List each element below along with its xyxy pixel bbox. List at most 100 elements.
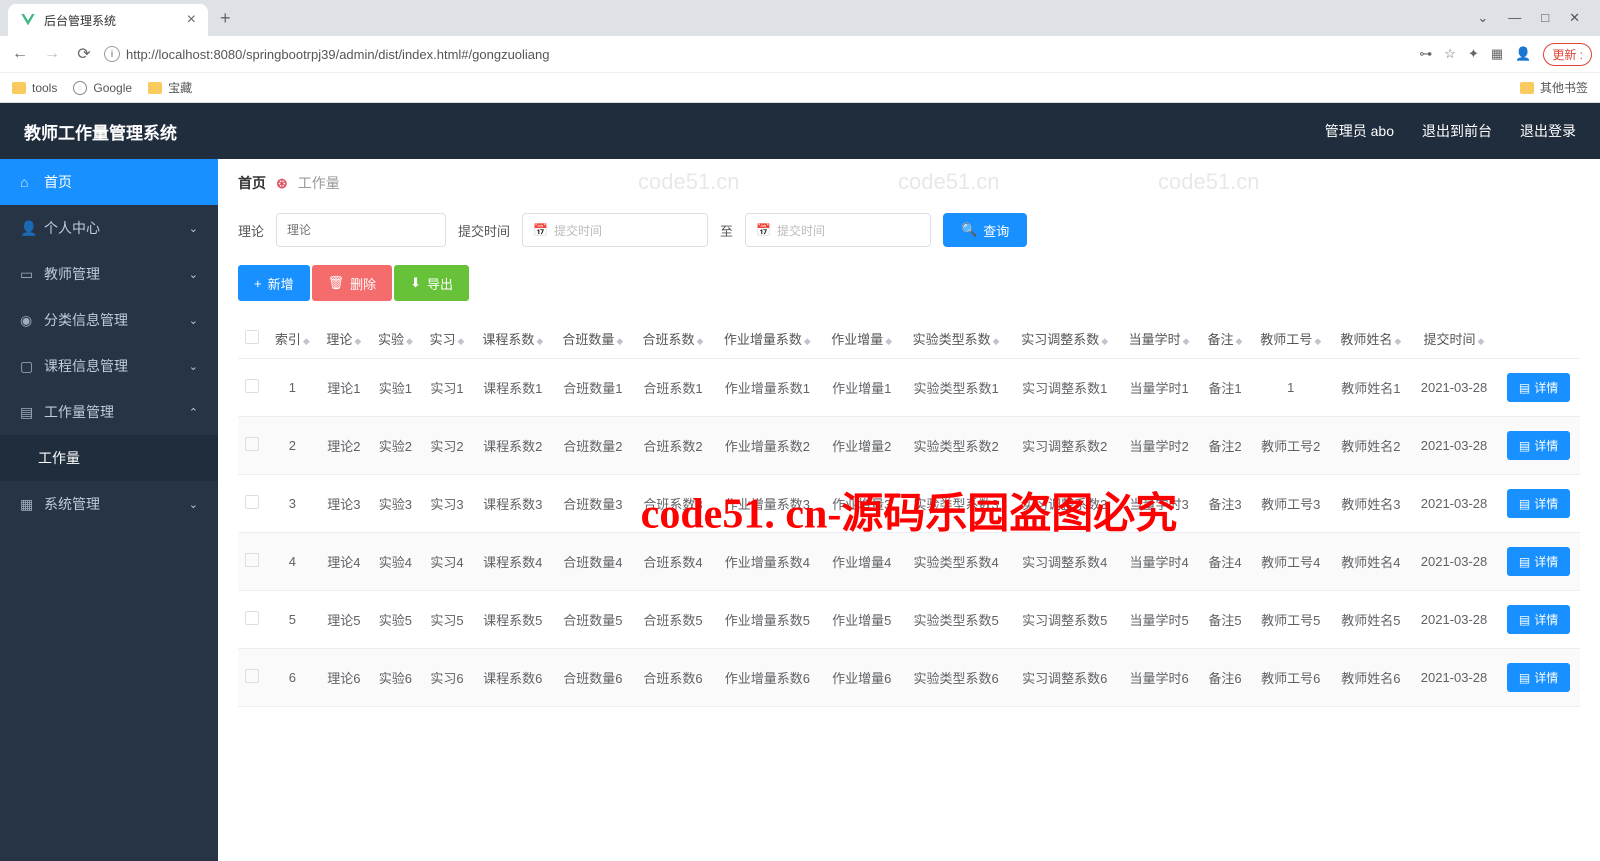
detail-button[interactable]: ▤详情 [1507,547,1570,576]
sort-icon[interactable]: ◆ [993,336,1000,346]
table-cell: ▤详情 [1497,475,1580,533]
other-bookmarks[interactable]: 其他书签 [1520,79,1588,96]
table-header[interactable]: 课程系数◆ [473,319,553,359]
table-header[interactable]: 提交时间◆ [1411,319,1497,359]
sort-icon[interactable]: ◆ [406,336,413,346]
sidebar-item-personal[interactable]: 👤个人中心⌄ [0,205,218,251]
close-window-icon[interactable]: ✕ [1569,10,1580,26]
table-cell: 实习调整系数6 [1010,649,1119,707]
table-cell: 2021-03-28 [1411,591,1497,649]
minimize-icon[interactable]: — [1508,10,1521,26]
sidebar-item-course[interactable]: ▢课程信息管理⌄ [0,343,218,389]
detail-button[interactable]: ▤详情 [1507,489,1570,518]
date-to-input[interactable]: 📅提交时间 [745,213,931,247]
table-cell: 实习2 [421,417,473,475]
sort-icon[interactable]: ◆ [804,336,811,346]
sort-icon[interactable]: ◆ [354,336,361,346]
new-tab-button[interactable]: + [216,4,235,33]
row-checkbox[interactable] [245,495,259,509]
table-header[interactable]: 实验◆ [370,319,422,359]
detail-button[interactable]: ▤详情 [1507,605,1570,634]
sort-icon[interactable]: ◆ [697,336,704,346]
theory-input[interactable] [276,213,446,247]
sort-icon[interactable]: ◆ [1101,336,1108,346]
table-header[interactable]: 备注◆ [1199,319,1251,359]
table-cell: 合班数量5 [553,591,633,649]
export-button[interactable]: ⬇导出 [394,265,469,301]
query-button[interactable]: 🔍查询 [943,213,1027,247]
table-header[interactable] [1497,319,1580,359]
table-header[interactable]: 当量学时◆ [1119,319,1199,359]
sort-icon[interactable]: ◆ [536,336,543,346]
table-cell: 2021-03-28 [1411,475,1497,533]
extension-icon[interactable]: ✦ [1468,46,1479,62]
back-icon[interactable]: ← [8,45,32,63]
sidebar-item-system[interactable]: ▦系统管理⌄ [0,481,218,527]
profile-icon[interactable]: 👤 [1515,46,1531,62]
breadcrumb-home[interactable]: 首页 [238,173,266,193]
add-button[interactable]: +新增 [238,265,310,301]
reload-icon[interactable]: ⟳ [72,44,96,64]
forward-icon[interactable]: → [40,45,64,63]
dropdown-icon[interactable]: ⌄ [1477,10,1488,26]
bookmark-baozang[interactable]: 宝藏 [148,79,192,96]
table-header[interactable]: 作业增量◆ [822,319,902,359]
detail-button[interactable]: ▤详情 [1507,663,1570,692]
table-header[interactable]: 教师姓名◆ [1331,319,1411,359]
url-box[interactable]: i http://localhost:8080/springbootrpj39/… [104,46,1411,62]
key-icon[interactable]: ⊶ [1419,46,1432,62]
update-button[interactable]: 更新 : [1543,43,1592,66]
table-cell: 备注5 [1199,591,1251,649]
sidebar-item-teacher[interactable]: ▭教师管理⌄ [0,251,218,297]
date-from-input[interactable]: 📅提交时间 [522,213,708,247]
detail-button[interactable]: ▤详情 [1507,431,1570,460]
table-header[interactable]: 合班系数◆ [633,319,713,359]
sort-icon[interactable]: ◆ [1314,336,1321,346]
sort-icon[interactable]: ◆ [1235,336,1242,346]
table-header[interactable]: 合班数量◆ [553,319,633,359]
address-bar: ← → ⟳ i http://localhost:8080/springboot… [0,36,1600,72]
sort-icon[interactable]: ◆ [458,336,465,346]
row-checkbox[interactable] [245,379,259,393]
sidebar-item-category[interactable]: ◉分类信息管理⌄ [0,297,218,343]
sort-icon[interactable]: ◆ [1478,336,1485,346]
table-header[interactable]: 作业增量系数◆ [713,319,822,359]
checkbox-all[interactable] [245,330,259,344]
browser-tab[interactable]: 后台管理系统 × [8,4,208,36]
table-cell: ▤详情 [1497,649,1580,707]
table-header[interactable]: 实习调整系数◆ [1010,319,1119,359]
sidebar-item-workload[interactable]: 工作量 [0,435,218,481]
table-header[interactable]: 实习◆ [421,319,473,359]
table-header[interactable]: 理论◆ [318,319,370,359]
detail-button[interactable]: ▤详情 [1507,373,1570,402]
table-header[interactable]: 索引◆ [267,319,319,359]
info-icon[interactable]: i [104,46,120,62]
table-cell: 作业增量6 [822,649,902,707]
sort-icon[interactable]: ◆ [1394,336,1401,346]
sidebar-item-home[interactable]: ⌂首页 [0,159,218,205]
row-checkbox[interactable] [245,437,259,451]
delete-button[interactable]: 🗑删除 [312,265,393,301]
row-checkbox[interactable] [245,611,259,625]
table-header[interactable] [238,319,267,359]
sort-icon[interactable]: ◆ [303,336,310,346]
row-checkbox[interactable] [245,669,259,683]
sidebar-item-workload-mgmt[interactable]: ▤工作量管理⌃ [0,389,218,435]
row-checkbox[interactable] [245,553,259,567]
bookmark-google[interactable]: Google [73,81,132,95]
table-cell: 当量学时6 [1119,649,1199,707]
table-header[interactable]: 教师工号◆ [1251,319,1331,359]
user-label[interactable]: 管理员 abo [1325,121,1394,141]
close-icon[interactable]: × [187,11,196,29]
exit-front-button[interactable]: 退出到前台 [1422,121,1492,141]
reading-list-icon[interactable]: ▦ [1491,46,1503,62]
maximize-icon[interactable]: □ [1541,10,1549,26]
table-header[interactable]: 实验类型系数◆ [902,319,1011,359]
table-cell: 理论6 [318,649,370,707]
sort-icon[interactable]: ◆ [616,336,623,346]
sort-icon[interactable]: ◆ [1183,336,1190,346]
logout-button[interactable]: 退出登录 [1520,121,1576,141]
sort-icon[interactable]: ◆ [885,336,892,346]
star-icon[interactable]: ☆ [1444,46,1456,62]
bookmark-tools[interactable]: tools [12,81,57,95]
